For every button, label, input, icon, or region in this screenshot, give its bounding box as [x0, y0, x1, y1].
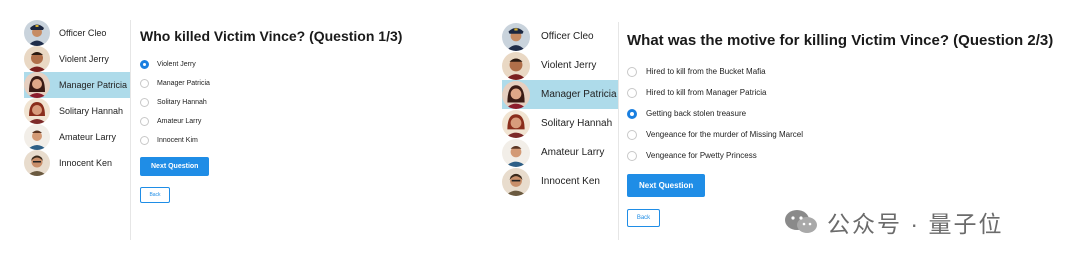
answer-option[interactable]: Getting back stolen treasure	[627, 103, 1066, 124]
answer-option-label: Hired to kill from the Bucket Mafia	[646, 67, 766, 76]
quiz-panel-question-1: Officer Cleo Violent Jerry Manager Patri…	[0, 0, 476, 240]
answer-option-label: Vengeance for Pwetty Princess	[646, 151, 757, 160]
sidebar-item-label: Amateur Larry	[59, 132, 117, 142]
character-sidebar: Officer Cleo Violent Jerry Manager Patri…	[502, 22, 619, 240]
sidebar-item-label: Officer Cleo	[541, 31, 594, 42]
sidebar-item-label: Solitary Hannah	[541, 118, 613, 129]
character-sidebar: Officer Cleo Violent Jerry Manager Patri…	[24, 20, 131, 240]
violent-jerry-avatar	[502, 51, 530, 80]
sidebar-item-violent-jerry[interactable]: Violent Jerry	[502, 51, 618, 80]
answer-option-label: Amateur Larry	[157, 118, 202, 125]
radio-button[interactable]	[140, 117, 149, 126]
sidebar-item-solitary-hannah[interactable]: Solitary Hannah	[502, 109, 618, 138]
answer-option-label: Hired to kill from Manager Patricia	[646, 88, 767, 97]
next-question-button[interactable]: Next Question	[140, 157, 210, 176]
answer-option[interactable]: Manager Patricia	[140, 74, 476, 93]
sidebar-item-amateur-larry[interactable]: Amateur Larry	[502, 138, 618, 167]
sidebar-item-innocent-ken[interactable]: Innocent Ken	[502, 167, 618, 196]
innocent-ken-avatar	[502, 167, 530, 196]
sidebar-item-violent-jerry[interactable]: Violent Jerry	[24, 46, 130, 72]
question-title: Who killed Victim Vince? (Question 1/3)	[140, 28, 403, 44]
sidebar-item-label: Manager Patricia	[541, 89, 617, 100]
sidebar-item-label: Officer Cleo	[59, 28, 107, 38]
answer-option-label: Innocent Kim	[157, 137, 198, 144]
radio-button[interactable]	[140, 79, 149, 88]
answer-option-label: Getting back stolen treasure	[646, 109, 747, 118]
question-area: What was the motive for killing Victim V…	[627, 32, 1066, 227]
question-area: Who killed Victim Vince? (Question 1/3) …	[140, 28, 476, 203]
radio-button[interactable]	[140, 98, 149, 107]
sidebar-item-label: Violent Jerry	[59, 54, 109, 64]
sidebar-item-solitary-hannah[interactable]: Solitary Hannah	[24, 98, 130, 124]
question-title: What was the motive for killing Victim V…	[627, 32, 1054, 49]
wechat-icon	[783, 208, 819, 236]
manager-patricia-avatar	[24, 72, 50, 98]
answer-option[interactable]: Solitary Hannah	[140, 93, 476, 112]
answer-option[interactable]: Vengeance for Pwetty Princess	[627, 145, 1066, 166]
sidebar-item-label: Innocent Ken	[59, 158, 113, 168]
answer-option[interactable]: Hired to kill from Manager Patricia	[627, 82, 1066, 103]
sidebar-item-manager-patricia[interactable]: Manager Patricia	[502, 80, 618, 109]
sidebar-item-amateur-larry[interactable]: Amateur Larry	[24, 124, 130, 150]
sidebar-item-label: Manager Patricia	[59, 80, 128, 90]
violent-jerry-avatar	[24, 46, 50, 72]
answer-option-label: Solitary Hannah	[157, 99, 207, 106]
sidebar-item-officer-cleo[interactable]: Officer Cleo	[24, 20, 130, 46]
sidebar-item-label: Amateur Larry	[541, 147, 605, 158]
radio-button[interactable]	[140, 60, 149, 69]
radio-button[interactable]	[627, 87, 637, 98]
back-button[interactable]: Back	[627, 209, 660, 227]
sidebar-item-label: Violent Jerry	[541, 60, 597, 71]
answer-option-label: Manager Patricia	[157, 80, 210, 87]
answer-option[interactable]: Amateur Larry	[140, 112, 476, 131]
answer-option-label: Violent Jerry	[157, 61, 196, 68]
sidebar-item-officer-cleo[interactable]: Officer Cleo	[502, 22, 618, 51]
radio-button[interactable]	[627, 150, 637, 161]
quiz-panel-question-2: Officer Cleo Violent Jerry Manager Patri…	[500, 0, 1066, 240]
manager-patricia-avatar	[502, 80, 530, 109]
amateur-larry-avatar	[502, 138, 530, 167]
innocent-ken-avatar	[24, 150, 50, 176]
radio-button[interactable]	[627, 66, 637, 77]
sidebar-item-manager-patricia[interactable]: Manager Patricia	[24, 72, 130, 98]
radio-button[interactable]	[140, 136, 149, 145]
sidebar-item-label: Innocent Ken	[541, 176, 600, 187]
answer-option[interactable]: Vengeance for the murder of Missing Marc…	[627, 124, 1066, 145]
watermark-text: 公众号 · 量子位	[827, 211, 1004, 237]
sidebar-item-label: Solitary Hannah	[59, 106, 124, 116]
solitary-hannah-avatar	[24, 98, 50, 124]
radio-button[interactable]	[627, 108, 637, 119]
answer-option[interactable]: Innocent Kim	[140, 131, 476, 150]
officer-cleo-avatar	[502, 22, 530, 51]
answer-option-label: Vengeance for the murder of Missing Marc…	[646, 130, 803, 139]
back-button[interactable]: Back	[140, 187, 170, 203]
answer-option[interactable]: Violent Jerry	[140, 55, 476, 74]
sidebar-item-innocent-ken[interactable]: Innocent Ken	[24, 150, 130, 176]
solitary-hannah-avatar	[502, 109, 530, 138]
radio-button[interactable]	[627, 129, 637, 140]
officer-cleo-avatar	[24, 20, 50, 46]
next-question-button[interactable]: Next Question	[627, 174, 706, 197]
amateur-larry-avatar	[24, 124, 50, 150]
answer-option[interactable]: Hired to kill from the Bucket Mafia	[627, 61, 1066, 82]
watermark: 公众号 · 量子位	[783, 205, 1003, 239]
